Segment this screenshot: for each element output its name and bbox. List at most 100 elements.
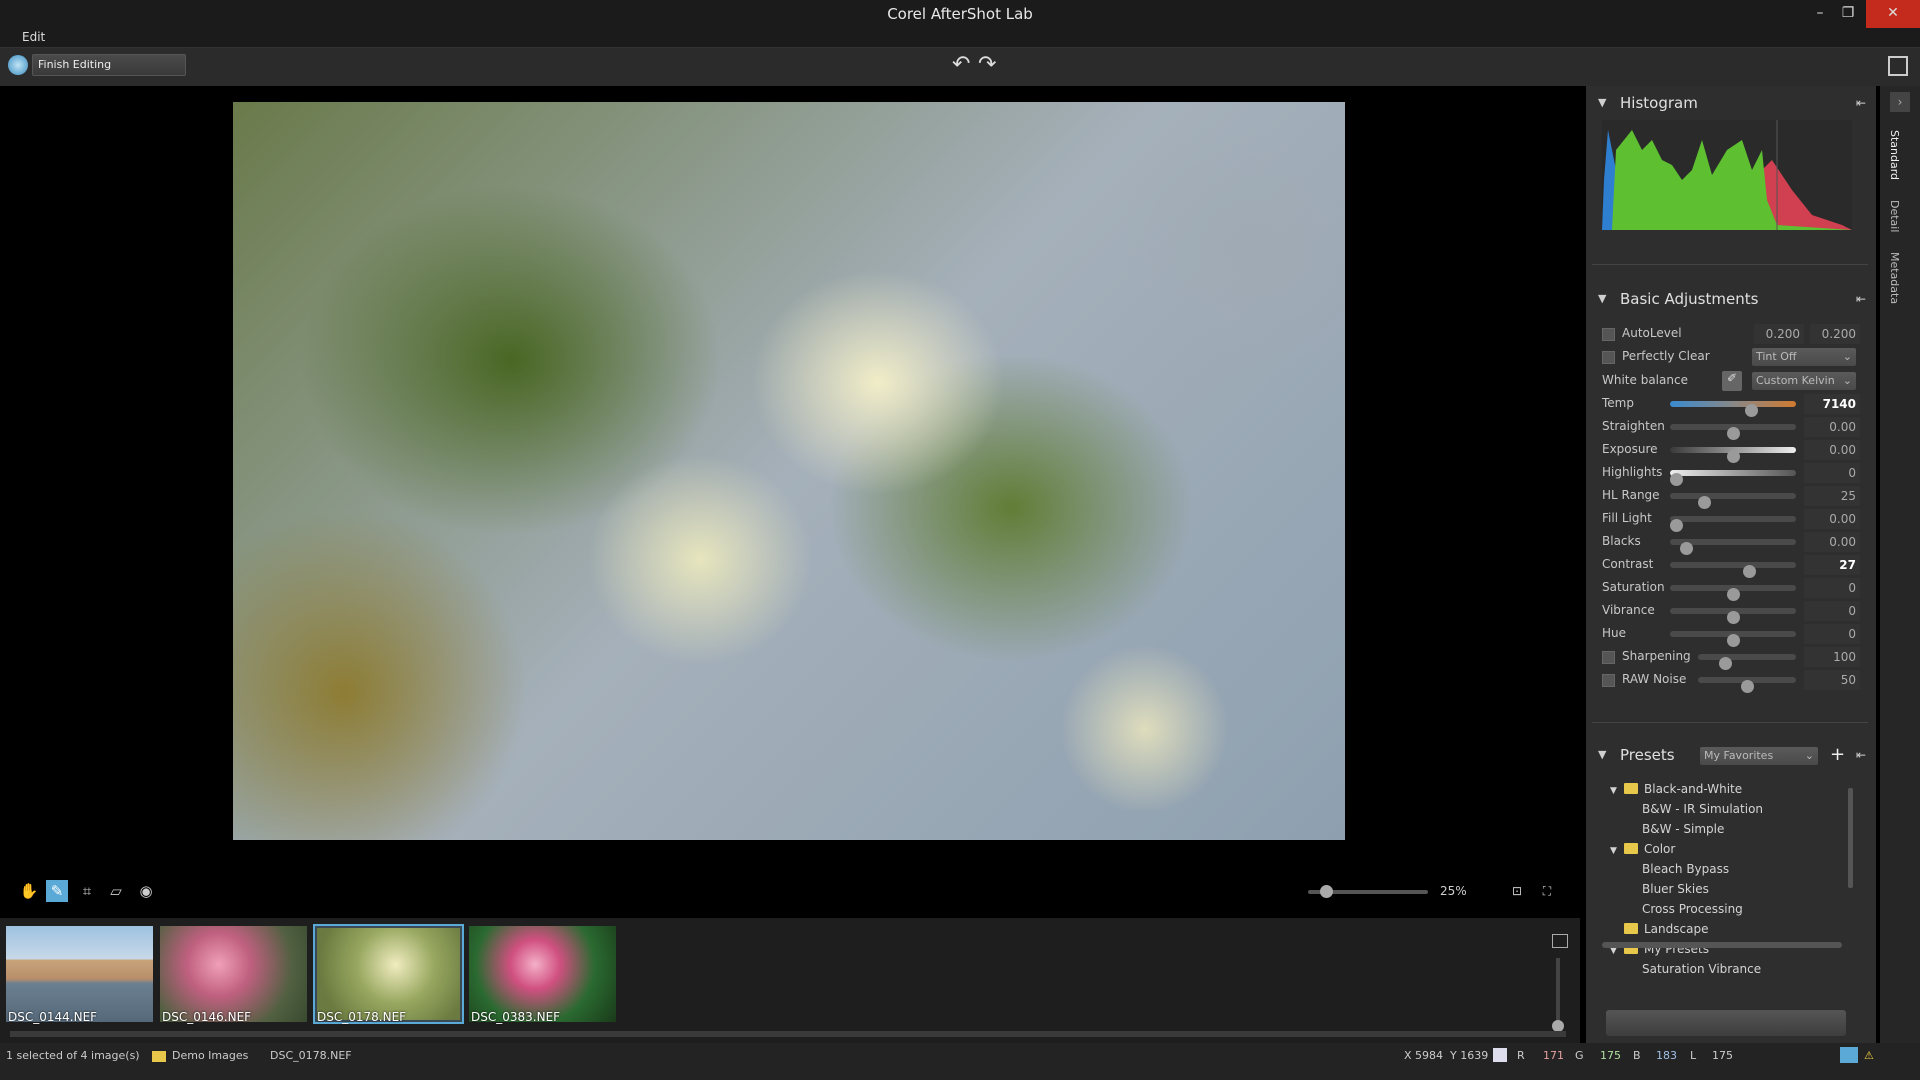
close-button[interactable]: ✕ bbox=[1866, 0, 1920, 28]
checkbox[interactable] bbox=[1602, 674, 1615, 687]
slider-track[interactable] bbox=[1698, 677, 1796, 693]
hand-tool-icon[interactable]: ✋ bbox=[18, 880, 40, 902]
thumbnail[interactable]: DSC_0178.NEF bbox=[313, 924, 464, 1024]
collapse-histogram-icon[interactable]: ▼ bbox=[1598, 96, 1606, 109]
slider-value[interactable]: 100 bbox=[1804, 647, 1860, 667]
collapse-basic-icon[interactable]: ▼ bbox=[1598, 292, 1606, 305]
slider-value[interactable]: 0.00 bbox=[1804, 440, 1860, 460]
slider-knob[interactable] bbox=[1719, 657, 1733, 670]
chevron-right-icon[interactable]: › bbox=[1890, 92, 1910, 112]
perfectly-clear-checkbox[interactable] bbox=[1602, 351, 1615, 364]
fullscreen-icon[interactable] bbox=[1888, 56, 1908, 76]
slider-knob[interactable] bbox=[1670, 473, 1684, 486]
lock-icon[interactable] bbox=[1840, 1047, 1858, 1063]
finish-editing-button[interactable]: Finish Editing bbox=[32, 54, 186, 76]
slider-knob[interactable] bbox=[1670, 519, 1684, 532]
pin-icon[interactable]: ⇤ bbox=[1856, 96, 1866, 110]
filmstrip-size-slider[interactable] bbox=[1552, 958, 1564, 1032]
preset-item[interactable]: Bleach Bypass bbox=[1642, 862, 1729, 876]
pin-icon[interactable]: ⇤ bbox=[1856, 292, 1866, 306]
preset-item[interactable]: B&W - IR Simulation bbox=[1642, 802, 1763, 816]
preset-folder[interactable]: Landscape bbox=[1610, 922, 1708, 936]
slider-value[interactable]: 27 bbox=[1804, 555, 1860, 575]
slider-track[interactable] bbox=[1670, 447, 1796, 463]
tint-dropdown[interactable]: Tint Off ⌄ bbox=[1752, 348, 1856, 366]
thumbnail[interactable]: DSC_0146.NEF bbox=[158, 924, 309, 1024]
slider-value[interactable]: 0.00 bbox=[1804, 532, 1860, 552]
slider-knob[interactable] bbox=[1741, 680, 1754, 693]
filmstrip-view-icon[interactable] bbox=[1552, 934, 1568, 948]
white-balance-dropdown[interactable]: Custom Kelvin ⌄ bbox=[1752, 372, 1856, 390]
fit-1to1-icon[interactable]: ⊡ bbox=[1506, 880, 1528, 902]
collapse-presets-icon[interactable]: ▼ bbox=[1598, 748, 1606, 761]
pin-icon[interactable]: ⇤ bbox=[1856, 748, 1866, 762]
slider-knob[interactable] bbox=[1698, 496, 1712, 509]
slider-knob[interactable] bbox=[1744, 404, 1758, 417]
preset-item[interactable]: Saturation Vibrance bbox=[1642, 962, 1761, 976]
slider-value[interactable]: 0.00 bbox=[1804, 509, 1860, 529]
rotate-left-button[interactable]: ↶ bbox=[952, 52, 970, 77]
presets-scrollbar[interactable] bbox=[1848, 788, 1853, 888]
checkbox[interactable] bbox=[1602, 651, 1615, 664]
brush-tool-icon[interactable]: ✎ bbox=[46, 880, 68, 902]
presets-dropdown[interactable]: My Favorites ⌄ bbox=[1700, 747, 1818, 765]
menu-edit[interactable]: Edit bbox=[22, 30, 45, 44]
fit-window-icon[interactable]: ⛶ bbox=[1536, 880, 1558, 902]
panel-bottom-button[interactable] bbox=[1606, 1010, 1846, 1036]
slider-track[interactable] bbox=[1670, 424, 1796, 440]
preset-item[interactable]: Bluer Skies bbox=[1642, 882, 1709, 896]
slider-track[interactable] bbox=[1670, 401, 1796, 417]
tab-detail[interactable]: Detail bbox=[1888, 200, 1901, 232]
slider-knob[interactable] bbox=[1727, 427, 1740, 440]
autolevel-checkbox[interactable] bbox=[1602, 328, 1615, 341]
slider-track[interactable] bbox=[1670, 631, 1796, 647]
slider-knob[interactable] bbox=[1727, 634, 1740, 647]
folder-name[interactable]: Demo Images bbox=[172, 1049, 248, 1062]
zoom-slider-knob[interactable] bbox=[1320, 885, 1333, 898]
main-photo[interactable] bbox=[233, 102, 1345, 840]
preset-folder[interactable]: ▼ Black-and-White bbox=[1610, 782, 1742, 796]
maximize-button[interactable]: ❐ bbox=[1825, 0, 1871, 28]
zoom-slider[interactable] bbox=[1308, 885, 1428, 898]
autolevel-value-2[interactable]: 0.200 bbox=[1810, 324, 1860, 344]
crop-tool-icon[interactable]: ⌗ bbox=[76, 880, 98, 902]
slider-knob[interactable] bbox=[1727, 588, 1740, 601]
tab-metadata[interactable]: Metadata bbox=[1888, 252, 1901, 304]
thumbnail[interactable]: DSC_0144.NEF bbox=[4, 924, 155, 1024]
slider-track[interactable] bbox=[1670, 470, 1796, 486]
eyedropper-icon[interactable]: ✐ bbox=[1722, 371, 1742, 391]
slider-value[interactable]: 0 bbox=[1804, 463, 1860, 483]
slider-value[interactable]: 0 bbox=[1804, 578, 1860, 598]
slider-track[interactable] bbox=[1698, 654, 1796, 670]
straighten-tool-icon[interactable]: ▱ bbox=[105, 880, 127, 902]
slider-track[interactable] bbox=[1670, 585, 1796, 601]
preset-item[interactable]: Cross Processing bbox=[1642, 902, 1743, 916]
slider-knob[interactable] bbox=[1743, 565, 1757, 578]
slider-track[interactable] bbox=[1670, 562, 1796, 578]
filmstrip-scrollbar[interactable] bbox=[10, 1031, 1566, 1037]
slider-track[interactable] bbox=[1670, 539, 1796, 555]
tab-standard[interactable]: Standard bbox=[1888, 130, 1901, 180]
slider-knob[interactable] bbox=[1727, 611, 1740, 624]
presets-h-scrollbar[interactable] bbox=[1602, 942, 1842, 948]
slider-value[interactable]: 0 bbox=[1804, 601, 1860, 621]
slider-track[interactable] bbox=[1670, 493, 1796, 509]
autolevel-value-1[interactable]: 0.200 bbox=[1754, 324, 1804, 344]
rotate-right-button[interactable]: ↷ bbox=[978, 52, 996, 77]
thumbnail[interactable]: DSC_0383.NEF bbox=[467, 924, 618, 1024]
expand-arrow-icon[interactable]: ▼ bbox=[1610, 846, 1624, 856]
slider-value[interactable]: 50 bbox=[1804, 670, 1860, 690]
add-preset-button[interactable]: + bbox=[1830, 744, 1845, 765]
slider-value[interactable]: 0 bbox=[1804, 624, 1860, 644]
expand-arrow-icon[interactable]: ▼ bbox=[1610, 786, 1624, 796]
slider-value[interactable]: 0.00 bbox=[1804, 417, 1860, 437]
warning-icon[interactable]: ⚠ bbox=[1864, 1049, 1874, 1062]
redeye-tool-icon[interactable]: ◉ bbox=[135, 880, 157, 902]
slider-value[interactable]: 7140 bbox=[1804, 394, 1860, 414]
preset-folder[interactable]: ▼ Color bbox=[1610, 842, 1675, 856]
slider-value[interactable]: 25 bbox=[1804, 486, 1860, 506]
slider-track[interactable] bbox=[1670, 608, 1796, 624]
preset-item[interactable]: B&W - Simple bbox=[1642, 822, 1724, 836]
slider-knob[interactable] bbox=[1727, 450, 1740, 463]
slider-track[interactable] bbox=[1670, 516, 1796, 532]
